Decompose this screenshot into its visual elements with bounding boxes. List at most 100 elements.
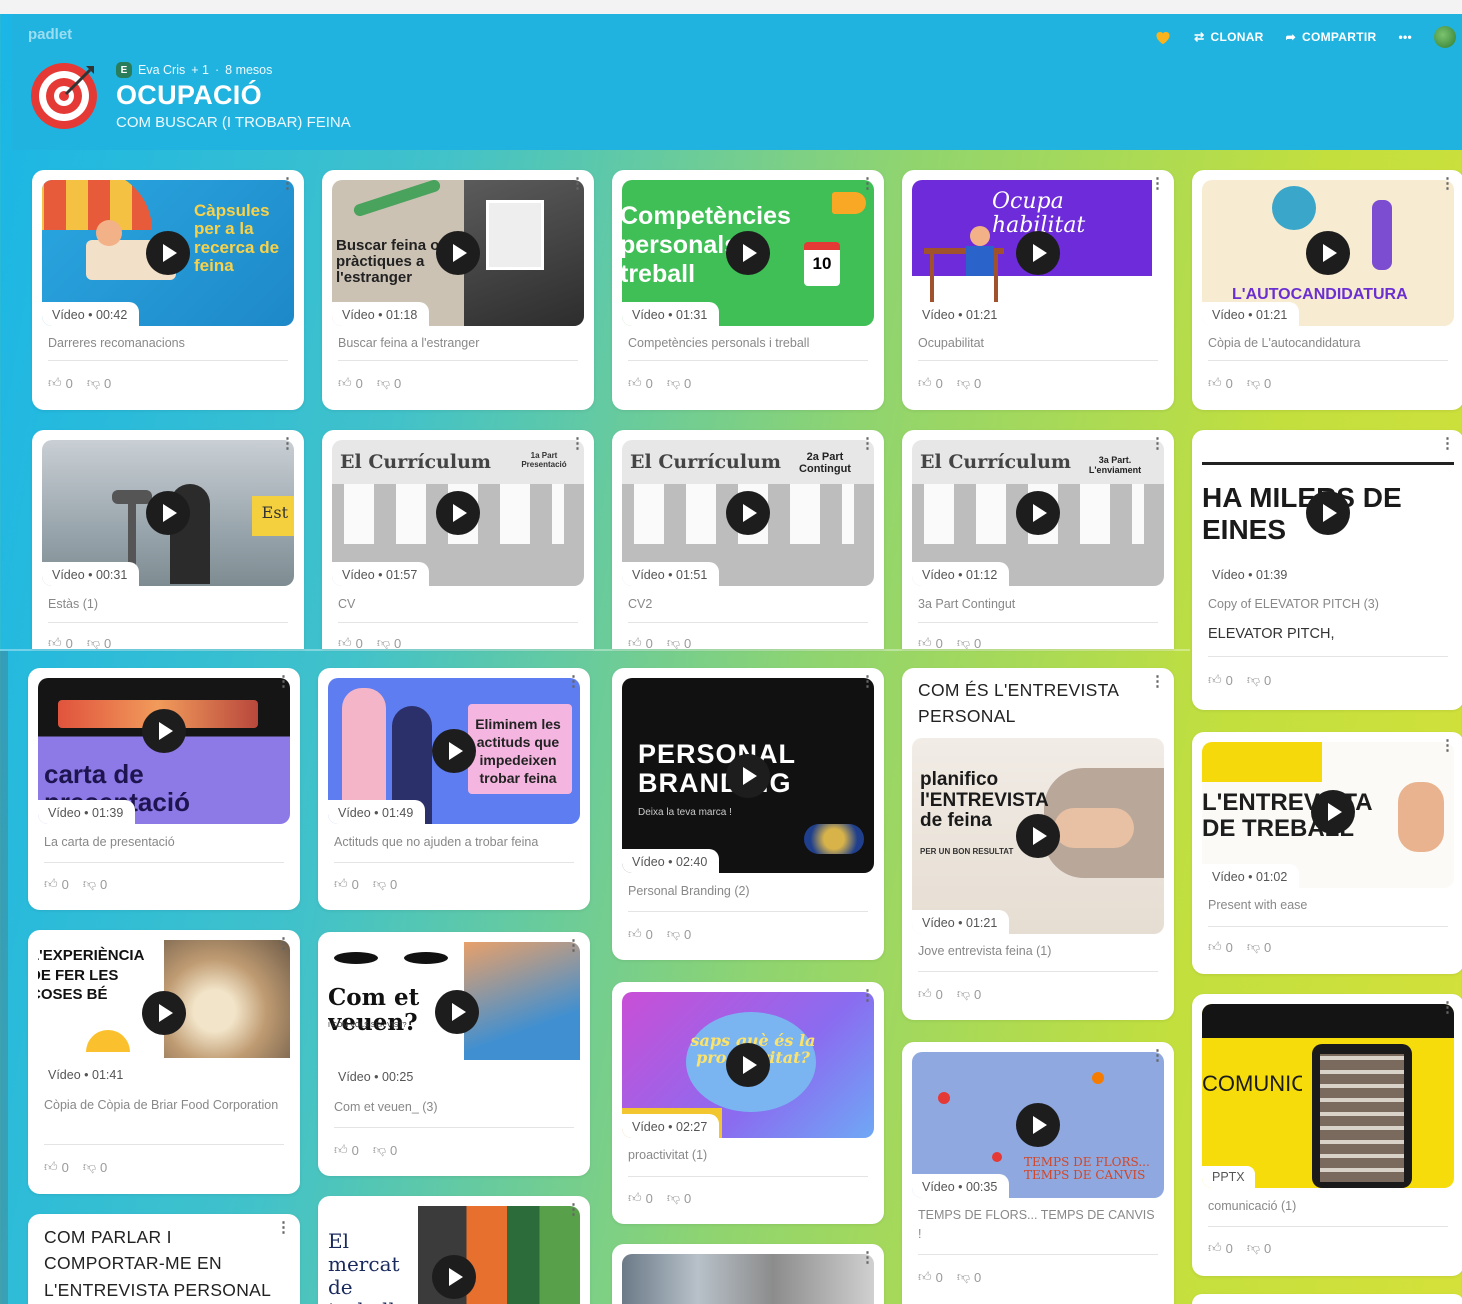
play-icon[interactable] <box>726 753 770 798</box>
play-icon[interactable] <box>1306 231 1350 275</box>
post-card[interactable]: ⋮ Competències personals i treball 10 Ví… <box>612 170 884 410</box>
post-card[interactable]: ⋮ COM PARLAR I COMPORTAR-ME EN L'ENTREVI… <box>28 1214 300 1304</box>
play-icon[interactable] <box>1016 1103 1060 1147</box>
clone-button[interactable]: ⇄ CLONAR <box>1194 30 1264 44</box>
video-thumbnail[interactable]: Com et veuen? I COM VOLS SER VIST? Vídeo… <box>328 942 580 1088</box>
dislike-button[interactable]: 👎︎ 0 <box>87 375 111 391</box>
like-button[interactable]: 👍︎ 0 <box>334 1142 359 1158</box>
post-menu-icon[interactable]: ⋮ <box>566 938 581 953</box>
like-button[interactable]: 👍︎ 0 <box>918 375 943 391</box>
post-card[interactable]: ⋮ TEMPS DE FLORS... TEMPS DE CANVIS Víde… <box>902 1042 1174 1304</box>
like-button[interactable]: 👍︎ 0 <box>1208 672 1233 688</box>
dislike-button[interactable]: 👎︎ 0 <box>957 986 981 1002</box>
play-icon[interactable] <box>1306 491 1350 535</box>
post-card[interactable]: ⋮ Com et veuen? I COM VOLS SER VIST? Víd… <box>318 932 590 1176</box>
post-menu-icon[interactable]: ⋮ <box>1440 738 1455 753</box>
author-name[interactable]: Eva Cris <box>138 63 185 77</box>
like-button[interactable]: 👍︎ 0 <box>1208 1240 1233 1256</box>
post-card[interactable]: ⋮ Ocupa habilitat Vídeo • 01:21 Ocupabil… <box>902 170 1174 410</box>
like-button[interactable]: 👍︎ 0 <box>48 375 73 391</box>
dislike-button[interactable]: 👎︎ 0 <box>667 1190 691 1206</box>
like-button[interactable]: 👍︎ 0 <box>918 635 943 649</box>
heart-icon[interactable] <box>1154 29 1172 45</box>
post-card[interactable]: ⋮ El mercat de treball <box>318 1196 590 1304</box>
dislike-button[interactable]: 👎︎ 0 <box>83 876 107 892</box>
post-menu-icon[interactable]: ⋮ <box>566 674 581 689</box>
post-menu-icon[interactable]: ⋮ <box>860 176 875 191</box>
like-button[interactable]: 👍︎ 0 <box>918 986 943 1002</box>
post-card[interactable]: ⋮ L'AUTOCANDIDATURA Vídeo • 01:21 Còpia … <box>1192 170 1462 410</box>
play-icon[interactable] <box>726 491 770 535</box>
post-card[interactable]: ⋮ HA MILERS DE EINES Vídeo • 01:39 Copy … <box>1192 430 1462 710</box>
play-icon[interactable] <box>726 231 770 275</box>
video-thumbnail[interactable]: COMUNICACIÓ PPTX <box>1202 1004 1454 1188</box>
dislike-button[interactable]: 👎︎ 0 <box>1247 672 1271 688</box>
video-thumbnail[interactable]: TEMPS DE FLORS... TEMPS DE CANVIS Vídeo … <box>912 1052 1164 1198</box>
dislike-button[interactable]: 👎︎ 0 <box>87 635 111 649</box>
video-thumbnail[interactable] <box>622 1254 874 1304</box>
like-button[interactable]: 👍︎ 0 <box>628 1190 653 1206</box>
post-card[interactable] <box>1192 1294 1462 1304</box>
like-button[interactable]: 👍︎ 0 <box>338 375 363 391</box>
post-card[interactable]: ⋮ Buscar feina o pràctiques a l'estrange… <box>322 170 594 410</box>
like-button[interactable]: 👍︎ 0 <box>628 375 653 391</box>
like-button[interactable]: 👍︎ 0 <box>334 876 359 892</box>
dislike-button[interactable]: 👎︎ 0 <box>377 375 401 391</box>
post-menu-icon[interactable]: ⋮ <box>1150 674 1165 689</box>
post-card[interactable]: ⋮ COM ÉS L'ENTREVISTA PERSONAL planifico… <box>902 668 1174 1020</box>
author-avatar[interactable]: E <box>116 62 132 78</box>
dislike-button[interactable]: 👎︎ 0 <box>667 375 691 391</box>
dislike-button[interactable]: 👎︎ 0 <box>1247 939 1271 955</box>
post-menu-icon[interactable]: ⋮ <box>860 674 875 689</box>
play-icon[interactable] <box>142 991 186 1035</box>
post-menu-icon[interactable]: ⋮ <box>860 436 875 451</box>
post-card[interactable]: ⋮ saps què és la proactivitat? Vídeo • 0… <box>612 982 884 1224</box>
post-menu-icon[interactable]: ⋮ <box>1150 1048 1165 1063</box>
dislike-button[interactable]: 👎︎ 0 <box>373 876 397 892</box>
dislike-button[interactable]: 👎︎ 0 <box>667 926 691 942</box>
dislike-button[interactable]: 👎︎ 0 <box>1247 375 1271 391</box>
like-button[interactable]: 👍︎ 0 <box>1208 939 1233 955</box>
post-menu-icon[interactable]: ⋮ <box>570 436 585 451</box>
post-card[interactable]: ⋮ carta de presentació Vídeo • 01:39 La … <box>28 668 300 910</box>
video-thumbnail[interactable]: Eliminem les actituds que impedeixen tro… <box>328 678 580 824</box>
post-menu-icon[interactable]: ⋮ <box>1440 436 1455 451</box>
video-thumbnail[interactable]: El mercat de treball <box>328 1206 580 1304</box>
padlet-logo[interactable]: padlet <box>28 26 72 43</box>
dislike-button[interactable]: 👎︎ 0 <box>957 375 981 391</box>
play-icon[interactable] <box>434 990 479 1035</box>
post-card[interactable]: ⋮ Càpsules per a la recerca de feina Víd… <box>32 170 304 410</box>
post-card[interactable]: ⋮ COMUNICACIÓ PPTX comunicació (1) 👍︎0 👎… <box>1192 994 1462 1276</box>
post-card[interactable]: ⋮ Eliminem les actituds que impedeixen t… <box>318 668 590 910</box>
post-menu-icon[interactable]: ⋮ <box>1150 176 1165 191</box>
video-thumbnail[interactable]: El Currículum 3a Part. L'enviament Vídeo… <box>912 440 1164 586</box>
play-icon[interactable] <box>432 1254 476 1299</box>
like-button[interactable]: 👍︎ 0 <box>918 1269 943 1285</box>
post-card[interactable]: ⋮ El Currículum 3a Part. L'enviament Víd… <box>902 430 1174 649</box>
play-icon[interactable] <box>1016 814 1060 858</box>
post-menu-icon[interactable]: ⋮ <box>276 1220 291 1235</box>
post-menu-icon[interactable]: ⋮ <box>1150 436 1165 451</box>
post-menu-icon[interactable]: ⋮ <box>276 936 291 951</box>
post-card[interactable]: ⋮ El Currículum 2a Part Contingut Vídeo … <box>612 430 884 649</box>
play-icon[interactable] <box>1016 491 1060 535</box>
play-icon[interactable] <box>146 491 190 535</box>
play-icon[interactable] <box>1016 231 1060 275</box>
video-thumbnail[interactable]: Ocupa habilitat Vídeo • 01:21 <box>912 180 1164 326</box>
more-options-button[interactable]: ••• <box>1398 30 1412 44</box>
video-thumbnail[interactable]: El Currículum 2a Part Contingut Vídeo • … <box>622 440 874 586</box>
post-card[interactable]: ⋮ Est Vídeo • 00:31 Estàs (1) 👍︎ 0 👎︎ 0 <box>32 430 304 649</box>
post-menu-icon[interactable]: ⋮ <box>860 1250 875 1265</box>
post-card[interactable]: ⋮ PERSONAL BRANDING Deixa la teva marca … <box>612 668 884 960</box>
like-button[interactable]: 👍︎ 0 <box>44 1159 69 1175</box>
dislike-button[interactable]: 👎︎ 0 <box>373 1142 397 1158</box>
post-menu-icon[interactable]: ⋮ <box>566 1202 581 1217</box>
post-menu-icon[interactable]: ⋮ <box>860 988 875 1003</box>
like-button[interactable]: 👍︎ 0 <box>628 635 653 649</box>
post-card[interactable]: ⋮ El Currículum 1a Part Presentació Víde… <box>322 430 594 649</box>
play-icon[interactable] <box>436 491 480 535</box>
post-menu-icon[interactable]: ⋮ <box>1440 176 1455 191</box>
play-icon[interactable] <box>142 708 186 753</box>
play-icon[interactable] <box>146 231 190 275</box>
like-button[interactable]: 👍︎ 0 <box>628 926 653 942</box>
